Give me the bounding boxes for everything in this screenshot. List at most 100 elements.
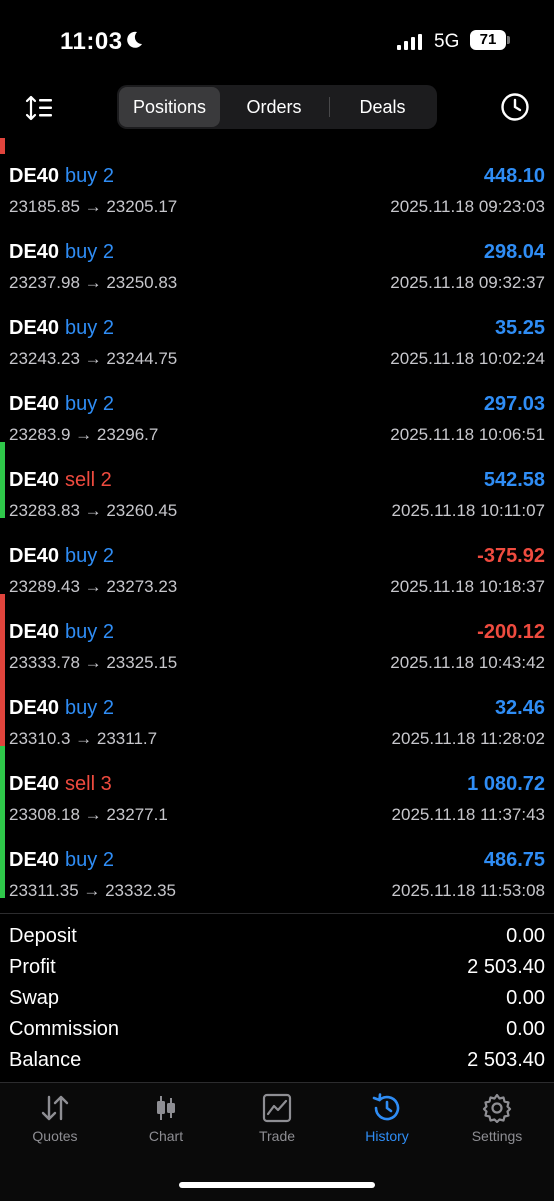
summary-value: 0.00 [506,987,545,1009]
summary-value: 0.00 [506,1018,545,1040]
deal-side: buy [65,849,98,871]
trade-icon [262,1093,292,1123]
deal-row[interactable]: DE40 buy 2 32.46 23310.3 → 23311.7 2025.11.1… [0,670,554,748]
deal-side: buy [65,165,98,187]
deal-symbol: DE40 [9,697,60,719]
deal-profit: -375.92 [477,545,545,567]
deal-indicator-bar [0,366,5,442]
home-indicator[interactable] [179,1182,375,1188]
deal-volume: 2 [102,317,114,339]
tab-history[interactable]: History [332,1093,442,1153]
tab-label: Settings [471,1128,523,1144]
deal-symbol-line: DE40 buy 2 [9,317,114,340]
deal-direction: buy 2 [65,165,114,187]
deal-symbol: DE40 [9,849,60,871]
deal-profit: -200.12 [477,621,545,643]
deal-direction: buy 2 [65,317,114,339]
deal-prices: 23311.35 → 23332.35 [9,881,176,900]
deal-indicator-bar [0,518,5,594]
deal-symbol: DE40 [9,165,60,187]
deal-symbol-line: DE40 buy 2 [9,241,114,264]
status-time: 11:03 [60,28,123,55]
deal-side: buy [65,393,98,415]
deal-profit: 298.04 [483,241,545,263]
deal-indicator-bar [0,670,5,746]
deal-side: buy [65,317,98,339]
deal-direction: buy 2 [65,241,114,263]
tab-label: History [365,1128,409,1144]
deal-direction: sell 2 [65,469,112,491]
deal-indicator-bar [0,214,5,290]
deal-volume: 2 [102,393,114,415]
deal-symbol-line: DE40 sell 3 [9,773,112,796]
tab-trade[interactable]: Trade [222,1093,332,1153]
deal-profit: 297.03 [483,393,545,415]
deal-volume: 2 [102,697,114,719]
deal-symbol: DE40 [9,621,60,643]
tab-deals[interactable]: Deals [330,87,435,127]
deal-profit: 1 080.72 [467,773,545,795]
deal-volume: 3 [100,773,112,795]
summary-row: Swap 0.00 [0,985,554,1016]
deal-indicator-bar [0,138,5,214]
sort-icon[interactable] [25,94,55,122]
deal-side: buy [65,241,98,263]
tab-orders[interactable]: Orders [222,87,326,127]
deal-side: buy [65,697,98,719]
deal-direction: buy 2 [65,621,114,643]
battery-level: 71 [470,30,506,50]
deal-direction: buy 2 [65,545,114,567]
deal-symbol: DE40 [9,545,60,567]
deal-volume: 2 [102,545,114,567]
account-summary: Deposit 0.00 Profit 2 503.40 Swap 0.00 Commiss… [0,923,554,1078]
deal-side: buy [65,621,98,643]
signal-icon [397,34,422,50]
tab-positions[interactable]: Positions [119,87,220,127]
summary-row: Balance 2 503.40 [0,1047,554,1078]
deal-symbol-line: DE40 sell 2 [9,469,112,492]
deal-symbol-line: DE40 buy 2 [9,621,114,644]
summary-value: 0.00 [506,925,545,947]
deal-profit: 32.46 [494,697,545,719]
deal-symbol-line: DE40 buy 2 [9,697,114,720]
deal-side: buy [65,545,98,567]
deal-symbol: DE40 [9,241,60,263]
deal-side: sell [65,469,96,491]
tab-quotes[interactable]: Quotes [0,1093,110,1153]
deal-symbol: DE40 [9,773,60,795]
gear-icon [482,1093,512,1123]
tab-label: Chart [148,1128,184,1144]
deal-row[interactable]: DE40 sell 2 542.58 23283.83 → 23260.45 2025.… [0,442,554,520]
deal-list: DE40 buy 2 448.10 23185.85 → 23205.17 2025.1… [0,138,554,900]
summary-label: Balance [9,1049,82,1071]
battery-cap [507,36,510,44]
deal-row[interactable]: DE40 buy 2 297.03 23283.9 → 23296.7 2025.11.… [0,366,554,444]
deal-profit: 542.58 [483,469,545,491]
deal-profit: 486.75 [483,849,545,871]
deal-row[interactable]: DE40 buy 2 298.04 23237.98 → 23250.83 2025.1… [0,214,554,292]
tab-settings[interactable]: Settings [442,1093,552,1153]
deal-direction: buy 2 [65,697,114,719]
deal-symbol: DE40 [9,317,60,339]
deal-indicator-bar [0,822,5,898]
tab-chart[interactable]: Chart [111,1093,221,1153]
summary-value: 2 503.40 [467,1049,545,1071]
deal-row[interactable]: DE40 buy 2 -200.12 23333.78 → 23325.15 2025.… [0,594,554,672]
list-divider [0,913,554,914]
deal-direction: buy 2 [65,849,114,871]
deal-row[interactable]: DE40 buy 2 486.75 23311.35 → 23332.35 2025.1… [0,822,554,900]
deal-indicator-bar [0,594,5,670]
quotes-icon [41,1095,69,1121]
deal-row[interactable]: DE40 sell 31 080.72 23308.18 → 23277.1 2025… [0,746,554,824]
deal-indicator-bar [0,746,5,822]
deal-row[interactable]: DE40 buy 2 -375.92 23289.43 → 23273.23 2025.… [0,518,554,596]
summary-label: Deposit [9,925,77,947]
deal-row[interactable]: DE40 buy 2 448.10 23185.85 → 23205.17 2025.1… [0,138,554,216]
summary-row: Profit 2 503.40 [0,954,554,985]
deal-indicator-bar [0,442,5,518]
clock-icon[interactable] [500,92,530,122]
summary-row: Commission 0.00 [0,1016,554,1047]
chart-icon [157,1096,175,1120]
deal-row[interactable]: DE40 buy 2 35.25 23243.23 → 23244.75 2025.11… [0,290,554,368]
moon-icon [127,31,142,48]
